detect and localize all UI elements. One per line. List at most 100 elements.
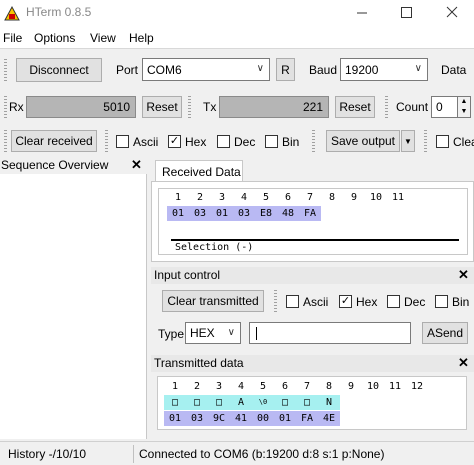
port-label: Port: [116, 63, 139, 77]
clear-transmitted-button[interactable]: Clear transmitted: [162, 290, 264, 312]
close-button[interactable]: [430, 0, 474, 26]
count-label: Count: [396, 100, 429, 114]
rx-counter: 5010: [26, 96, 136, 118]
byte-cell[interactable]: FA: [296, 411, 318, 426]
index-cell: 3: [208, 379, 230, 394]
byte-cell[interactable]: 01: [274, 411, 296, 426]
input-ascii-checkbox[interactable]: [286, 295, 299, 308]
index-cell: 10: [365, 190, 387, 205]
title-bar: HTerm 0.8.5: [0, 0, 474, 26]
rx-reset-button[interactable]: Reset: [142, 96, 182, 118]
ascii-cell: □: [164, 395, 186, 410]
toolbar-grip[interactable]: [274, 290, 277, 312]
toolbar-grip[interactable]: [4, 130, 7, 152]
input-dec-checkbox[interactable]: [387, 295, 400, 308]
tx-label: Tx: [203, 100, 217, 114]
selection-status: Selection (-): [175, 242, 254, 253]
minimize-button[interactable]: [340, 0, 384, 26]
baud-select[interactable]: 19200 ∨: [340, 58, 428, 81]
text-cursor: [256, 327, 257, 340]
hex-checkbox[interactable]: ✓: [168, 135, 181, 148]
menu-help[interactable]: Help: [129, 31, 154, 45]
clear-option-checkbox[interactable]: [436, 135, 449, 148]
save-output-button[interactable]: Save output: [326, 130, 400, 152]
close-icon[interactable]: ✕: [131, 157, 142, 173]
index-cell: 8: [318, 379, 340, 394]
byte-cell[interactable]: 03: [233, 206, 255, 221]
menu-view[interactable]: View: [90, 31, 116, 45]
index-cell: 7: [299, 190, 321, 205]
dec-checkbox[interactable]: [217, 135, 230, 148]
byte-cell[interactable]: 03: [189, 206, 211, 221]
history-status: History -/10/10: [8, 447, 87, 461]
toolbar-grip[interactable]: [4, 59, 7, 81]
index-cell: 5: [255, 190, 277, 205]
sequence-overview-title: Sequence Overview: [1, 158, 109, 172]
transmitted-title: Transmitted data: [154, 356, 244, 370]
byte-cell[interactable]: 9C: [208, 411, 230, 426]
transmitted-byte-row: 01 03 9C 41 00 01 FA 4E: [164, 411, 340, 426]
bin-label: Bin: [282, 135, 300, 149]
menu-options[interactable]: Options: [34, 31, 75, 45]
chevron-down-icon: ∨: [227, 327, 235, 338]
byte-cell[interactable]: E8: [255, 206, 277, 221]
transmitted-header: Transmitted data ✕: [151, 355, 474, 372]
refresh-ports-button[interactable]: R: [276, 58, 295, 81]
maximize-button[interactable]: [384, 0, 428, 26]
toolbar-grip[interactable]: [312, 130, 315, 152]
ascii-cell: □: [274, 395, 296, 410]
spin-up-icon[interactable]: ▲: [458, 97, 470, 107]
caret-down-icon: ▼: [404, 136, 412, 146]
byte-cell[interactable]: 00: [252, 411, 274, 426]
byte-cell[interactable]: 01: [167, 206, 189, 221]
byte-cell[interactable]: 01: [164, 411, 186, 426]
sequence-overview-panel: Sequence Overview ✕: [0, 157, 147, 439]
port-select[interactable]: COM6 ∨: [142, 58, 270, 81]
toolbar-grip[interactable]: [105, 130, 108, 152]
byte-cell[interactable]: FA: [299, 206, 321, 221]
index-cell: 6: [274, 379, 296, 394]
index-cell: 12: [406, 379, 428, 394]
bin-checkbox[interactable]: [265, 135, 278, 148]
asend-button[interactable]: ASend: [422, 322, 468, 344]
toolbar-grip[interactable]: [188, 96, 191, 118]
data-label: Data: [441, 63, 467, 77]
baud-label: Baud: [309, 63, 338, 77]
byte-cell[interactable]: 41: [230, 411, 252, 426]
received-tab[interactable]: Received Data: [155, 160, 243, 182]
ascii-checkbox[interactable]: [116, 135, 129, 148]
index-cell: 9: [340, 379, 362, 394]
byte-cell[interactable]: 48: [277, 206, 299, 221]
count-spinner[interactable]: ▲ ▼: [457, 96, 471, 118]
toolbar-grip[interactable]: [4, 96, 7, 118]
spin-down-icon[interactable]: ▼: [458, 107, 470, 117]
ascii-cell: □: [186, 395, 208, 410]
index-cell: 4: [233, 190, 255, 205]
received-index-row: 1 2 3 4 5 6 7 8 9 10 11: [167, 190, 409, 205]
menu-file[interactable]: File: [3, 31, 22, 45]
ascii-cell: A: [230, 395, 252, 410]
rx-value: 5010: [103, 100, 130, 114]
type-select[interactable]: HEX ∨: [185, 322, 241, 344]
toolbar-grip[interactable]: [385, 96, 388, 118]
app-logo-icon: [4, 5, 20, 21]
send-input-field[interactable]: [249, 322, 411, 344]
count-input[interactable]: 0: [431, 96, 459, 118]
input-bin-checkbox[interactable]: [435, 295, 448, 308]
close-icon[interactable]: ✕: [458, 267, 469, 283]
byte-cell[interactable]: 01: [211, 206, 233, 221]
input-hex-checkbox[interactable]: ✓: [339, 295, 352, 308]
transmitted-panel: Transmitted data ✕ 1 2 3 4 5 6 7 8 9 10 …: [151, 355, 474, 439]
received-panel: 1 2 3 4 5 6 7 8 9 10 11 01 03 01 03 E8 4…: [151, 181, 474, 262]
toolbar-grip[interactable]: [424, 130, 427, 152]
chevron-down-icon: ∨: [414, 63, 422, 74]
save-output-dropdown[interactable]: ▼: [401, 130, 415, 152]
disconnect-button[interactable]: Disconnect: [16, 58, 102, 82]
tx-reset-button[interactable]: Reset: [335, 96, 375, 118]
byte-cell[interactable]: 4E: [318, 411, 340, 426]
close-icon[interactable]: ✕: [458, 355, 469, 371]
clear-received-button[interactable]: Clear received: [11, 130, 97, 152]
index-cell: 8: [321, 190, 343, 205]
transmitted-index-row: 1 2 3 4 5 6 7 8 9 10 11 12: [164, 379, 428, 394]
byte-cell[interactable]: 03: [186, 411, 208, 426]
